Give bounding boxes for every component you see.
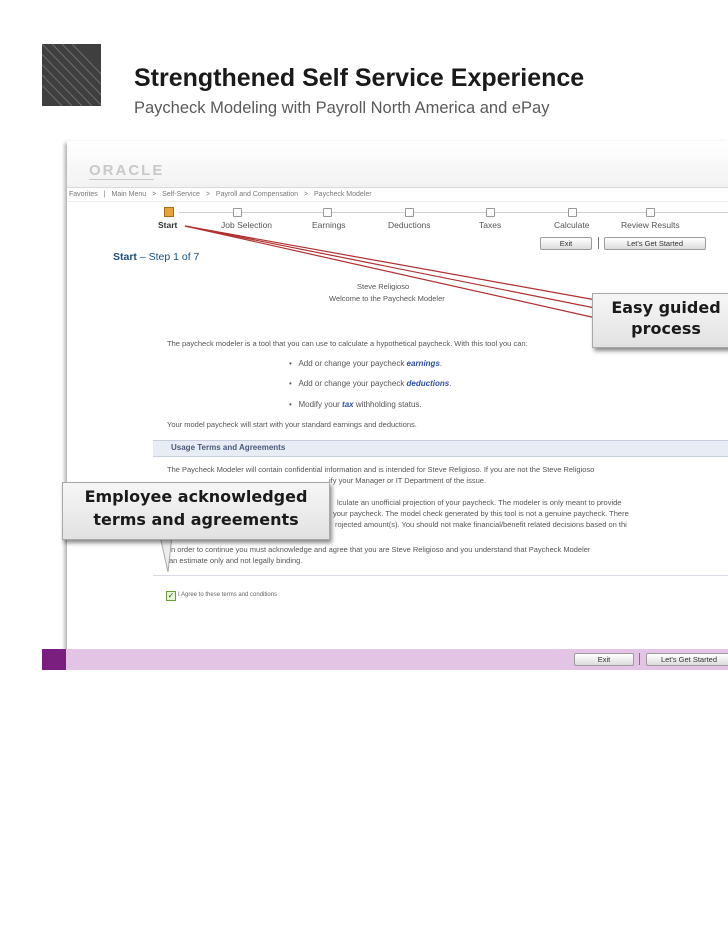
callout-employee-acknowledged: Employee acknowledged terms and agreemen…	[62, 482, 330, 540]
get-started-button-bottom[interactable]: Let's Get Started	[646, 653, 728, 666]
step-job-selection[interactable]: Job Selection	[221, 220, 272, 230]
breadcrumb-payroll[interactable]: Payroll and Compensation	[216, 191, 298, 198]
bullet-deductions: • Add or change your paycheck deductions…	[289, 379, 452, 388]
button-divider	[639, 653, 640, 665]
step-review-results[interactable]: Review Results	[621, 220, 680, 230]
page-title-step: – Step 1 of 7	[136, 251, 200, 263]
terms-line: The Paycheck Modeler will contain confid…	[167, 465, 595, 474]
step-taxes[interactable]: Taxes	[479, 220, 501, 230]
step-dot-calculate[interactable]	[568, 208, 577, 217]
exit-button[interactable]: Exit	[540, 237, 592, 250]
footer-accent	[42, 649, 66, 670]
slide-title: Strengthened Self Service Experience	[134, 64, 585, 92]
logo-underline	[89, 179, 154, 180]
breadcrumb-sep: >	[205, 191, 210, 198]
oracle-header: ORACLE	[67, 141, 728, 188]
terms-line: an estimate only and not legally binding…	[169, 556, 303, 565]
step-start[interactable]: Start	[158, 220, 177, 230]
diagonal-lines-icon	[42, 44, 101, 106]
step-calculate[interactable]: Calculate	[554, 220, 589, 230]
get-started-button[interactable]: Let's Get Started	[604, 237, 706, 250]
oracle-logo: ORACLE	[89, 162, 165, 179]
breadcrumb-favorites[interactable]: Favorites	[69, 191, 98, 198]
terms-line: your paycheck. The model check generated…	[333, 509, 629, 518]
earnings-link[interactable]: earnings	[407, 359, 440, 368]
usage-title: Usage Terms and Agreements	[171, 443, 286, 452]
step-earnings[interactable]: Earnings	[312, 220, 346, 230]
breadcrumb-paycheck-modeler[interactable]: Paycheck Modeler	[314, 191, 372, 198]
agree-checkbox[interactable]: ✓	[166, 591, 176, 601]
divider	[153, 575, 728, 576]
callout-guided-process: Easy guided process	[592, 293, 728, 348]
step-dot-deductions[interactable]	[405, 208, 414, 217]
step-dot-job-selection[interactable]	[233, 208, 242, 217]
breadcrumb-self-service[interactable]: Self-Service	[162, 191, 200, 198]
breadcrumb: Favorites | Main Menu > Self-Service > P…	[67, 188, 728, 202]
bullet-tax: • Modify your tax withholding status.	[289, 400, 422, 409]
breadcrumb-sep: >	[152, 191, 157, 198]
bullet-earnings: • Add or change your paycheck earnings.	[289, 359, 443, 368]
terms-line: lculate an unofficial projection of your…	[337, 498, 622, 507]
intro-text: The paycheck modeler is a tool that you …	[167, 339, 528, 348]
step-dot-review-results[interactable]	[646, 208, 655, 217]
step-deductions[interactable]: Deductions	[388, 220, 431, 230]
exit-button-bottom[interactable]: Exit	[574, 653, 634, 666]
page-title-bold: Start	[113, 251, 137, 263]
breadcrumb-main-menu[interactable]: Main Menu	[112, 191, 147, 198]
page-title: Start – Step 1 of 7	[113, 251, 199, 263]
terms-line: rojected amount(s). You should not make …	[335, 520, 627, 529]
tax-link[interactable]: tax	[342, 400, 354, 409]
step-dot-taxes[interactable]	[486, 208, 495, 217]
slide-logo	[42, 44, 101, 106]
breadcrumb-sep: >	[303, 191, 309, 198]
deductions-link[interactable]: deductions	[407, 379, 450, 388]
terms-line: n order to continue you must acknowledge…	[171, 545, 591, 554]
terms-line: ify your Manager or IT Department of the…	[329, 476, 487, 485]
slide-subtitle: Paycheck Modeling with Payroll North Ame…	[134, 99, 550, 117]
breadcrumb-sep: |	[103, 191, 106, 198]
welcome-text: Welcome to the Paycheck Modeler	[329, 294, 445, 303]
agree-label: I Agree to these terms and conditions	[178, 592, 278, 598]
model-note: Your model paycheck will start with your…	[167, 420, 417, 429]
step-dot-earnings[interactable]	[323, 208, 332, 217]
app-screenshot: ORACLE Favorites | Main Menu > Self-Serv…	[67, 141, 728, 662]
user-name: Steve Religioso	[357, 282, 410, 291]
button-divider	[598, 237, 599, 249]
current-step-icon	[164, 207, 174, 217]
